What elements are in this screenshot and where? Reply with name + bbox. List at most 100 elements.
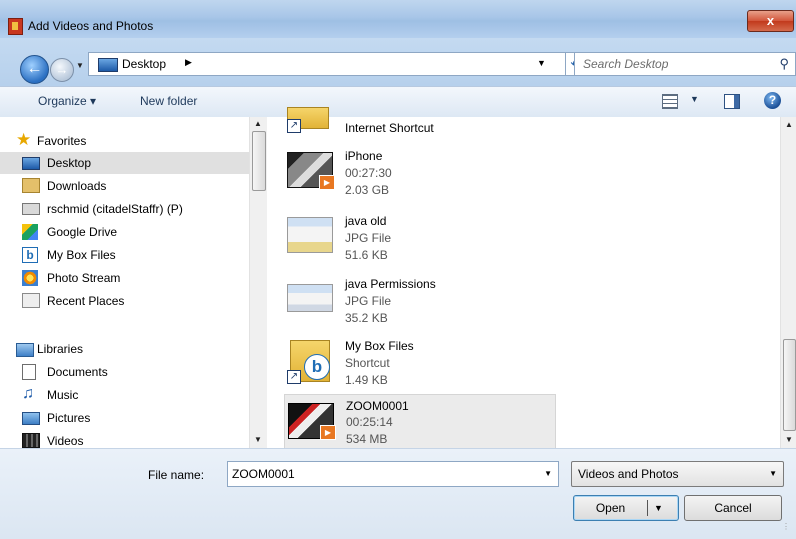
scrollbar-thumb[interactable] <box>252 131 266 191</box>
photo-stream-icon <box>22 270 38 286</box>
nav-documents[interactable]: Documents <box>0 361 250 383</box>
nav-recent-places[interactable]: Recent Places <box>0 290 250 312</box>
help-icon[interactable]: ? <box>764 92 781 109</box>
box-icon: b <box>22 247 38 263</box>
breadcrumb-chevron-icon[interactable]: ▶ <box>185 57 192 68</box>
chevron-down-icon[interactable]: ▼ <box>769 469 777 478</box>
nav-downloads[interactable]: Downloads <box>0 175 250 197</box>
nav-pane-scrollbar[interactable]: ▲ ▼ <box>249 117 267 448</box>
nav-pictures[interactable]: Pictures <box>0 407 250 429</box>
nav-favorites-label: Favorites <box>37 134 87 148</box>
nav-favorites[interactable]: ★ Favorites <box>0 130 250 152</box>
search-box[interactable]: ⚲ <box>574 52 796 76</box>
documents-icon <box>22 364 36 380</box>
nav-recent-label: Recent Places <box>47 294 125 308</box>
file-size: 2.03 GB <box>345 183 390 197</box>
star-icon: ★ <box>16 130 32 149</box>
network-drive-icon <box>22 203 40 215</box>
search-icon[interactable]: ⚲ <box>779 56 789 72</box>
nav-box[interactable]: b My Box Files <box>0 244 250 266</box>
list-item[interactable]: ↗ Internet Shortcut <box>284 97 554 137</box>
box-logo-icon: b <box>304 354 330 380</box>
forward-button[interactable]: → <box>50 58 74 82</box>
nav-desktop[interactable]: Desktop <box>0 152 250 174</box>
view-dropdown-icon[interactable]: ▼ <box>690 94 699 104</box>
file-name: Internet Shortcut <box>345 121 434 135</box>
add-videos-photos-dialog: Add Videos and Photos x ← → ▼ Desktop ▶ … <box>0 0 796 539</box>
file-type-select[interactable]: Videos and Photos ▼ <box>571 461 784 487</box>
breadcrumb-desktop[interactable]: Desktop <box>122 57 166 71</box>
app-icon <box>8 18 23 35</box>
music-icon: ♫ <box>22 385 34 402</box>
scroll-down-arrow-icon[interactable]: ▼ <box>785 435 793 444</box>
list-item-selected[interactable]: ▶ ZOOM0001 00:25:14 534 MB <box>284 394 556 452</box>
nav-libraries-label: Libraries <box>37 342 84 356</box>
file-name: java old <box>345 214 387 228</box>
resize-grip-icon[interactable]: ⋮ <box>782 522 790 531</box>
change-view-icon[interactable] <box>662 94 678 109</box>
nav-downloads-label: Downloads <box>47 179 107 193</box>
nav-network-drive[interactable]: rschmid (citadelStaffr) (P) <box>0 198 250 220</box>
file-name: My Box Files <box>345 339 414 353</box>
list-item[interactable]: b ↗ My Box Files Shortcut 1.49 KB <box>284 334 554 392</box>
nav-google-drive-label: Google Drive <box>47 225 118 239</box>
nav-photo-stream-label: Photo Stream <box>47 271 121 285</box>
nav-google-drive[interactable]: Google Drive <box>0 221 250 243</box>
list-item[interactable]: ▶ iPhone 00:27:30 2.03 GB <box>284 144 554 202</box>
downloads-folder-icon <box>22 178 40 193</box>
chevron-down-icon[interactable]: ▼ <box>544 469 552 478</box>
nav-photo-stream[interactable]: Photo Stream <box>0 267 250 289</box>
preview-pane-icon[interactable] <box>724 94 740 109</box>
desktop-icon <box>22 157 40 170</box>
file-name: java Permissions <box>345 277 436 291</box>
dialog-footer: File name: ZOOM0001 ▼ Videos and Photos … <box>0 448 796 539</box>
nav-videos-label: Videos <box>47 434 84 448</box>
file-size: 35.2 KB <box>345 311 388 325</box>
desktop-icon <box>98 58 118 72</box>
nav-libraries[interactable]: Libraries <box>0 338 250 360</box>
recent-places-icon <box>22 293 40 308</box>
image-thumbnail <box>287 217 333 253</box>
new-folder-button[interactable]: New folder <box>140 94 197 108</box>
file-name: iPhone <box>345 149 383 163</box>
videos-icon <box>22 433 40 448</box>
file-size: 1.49 KB <box>345 373 388 387</box>
nav-music[interactable]: ♫ Music <box>0 384 250 406</box>
shortcut-arrow-icon: ↗ <box>287 119 301 133</box>
address-dropdown-icon[interactable]: ▼ <box>537 58 546 68</box>
nav-desktop-label: Desktop <box>47 156 92 170</box>
scrollbar-thumb[interactable] <box>783 339 796 431</box>
scroll-up-arrow-icon[interactable]: ▲ <box>254 119 262 128</box>
scroll-up-arrow-icon[interactable]: ▲ <box>785 120 793 129</box>
play-icon: ▶ <box>320 425 336 440</box>
cancel-button[interactable]: Cancel <box>684 495 782 521</box>
window-title: Add Videos and Photos <box>28 19 154 33</box>
nav-pictures-label: Pictures <box>47 411 91 425</box>
split-divider <box>647 500 648 516</box>
shortcut-arrow-icon: ↗ <box>287 370 301 384</box>
title-bar[interactable]: Add Videos and Photos x <box>0 0 796 38</box>
libraries-icon <box>16 343 34 357</box>
open-button[interactable]: Open ▼ <box>573 495 679 521</box>
close-button[interactable]: x <box>747 10 794 32</box>
organize-menu[interactable]: Organize ▾ <box>38 94 96 108</box>
recent-locations-dropdown[interactable]: ▼ <box>76 61 84 70</box>
search-input[interactable] <box>581 55 770 73</box>
list-item[interactable]: java Permissions JPG File 35.2 KB <box>284 272 554 330</box>
address-bar[interactable]: Desktop ▶ ▼ <box>88 52 566 76</box>
file-size: 534 MB <box>346 432 388 446</box>
file-name: ZOOM0001 <box>346 399 409 413</box>
file-list-scrollbar[interactable]: ▲ ▼ <box>780 117 796 448</box>
file-name-field[interactable]: ZOOM0001 ▼ <box>227 461 559 487</box>
list-item[interactable]: java old JPG File 51.6 KB <box>284 209 554 267</box>
pictures-icon <box>22 412 40 425</box>
nav-network-label: rschmid (citadelStaffr) (P) <box>47 202 183 216</box>
file-name-value: ZOOM0001 <box>232 467 295 481</box>
back-button[interactable]: ← <box>20 55 49 84</box>
open-options-dropdown-icon[interactable]: ▼ <box>654 496 663 520</box>
file-type: JPG File <box>345 294 392 308</box>
scroll-down-arrow-icon[interactable]: ▼ <box>254 435 262 444</box>
file-type-value: Videos and Photos <box>578 467 679 481</box>
file-name-label: File name: <box>148 468 205 482</box>
nav-music-label: Music <box>47 388 79 402</box>
